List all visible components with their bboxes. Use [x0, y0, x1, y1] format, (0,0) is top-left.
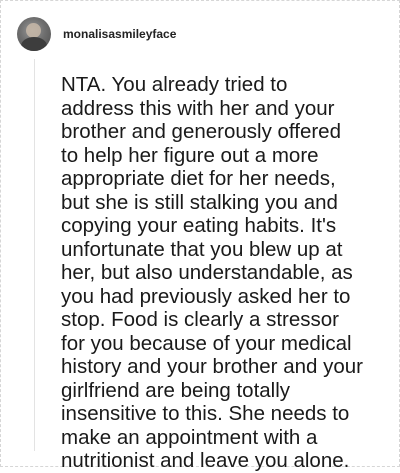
thread-line[interactable] — [34, 59, 35, 451]
user-avatar[interactable] — [17, 17, 51, 51]
comment-text: NTA. You already tried to address this w… — [61, 73, 363, 472]
comment-card: monalisasmileyface NTA. You already trie… — [0, 0, 400, 472]
username[interactable]: monalisasmileyface — [63, 27, 176, 41]
comment-header: monalisasmileyface — [17, 17, 176, 51]
